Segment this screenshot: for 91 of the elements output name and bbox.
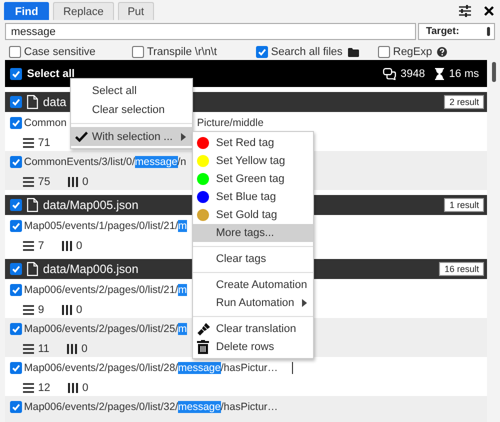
checkbox[interactable] — [10, 362, 22, 374]
menu-item[interactable]: Clear tags — [193, 250, 313, 268]
hourglass-icon — [435, 68, 444, 80]
checkbox[interactable] — [10, 263, 22, 275]
checkbox[interactable] — [9, 46, 21, 58]
select-all-label: Select all — [27, 68, 75, 80]
close-icon — [484, 6, 494, 16]
menu-item[interactable]: Create Automation — [193, 276, 313, 294]
checkbox[interactable] — [10, 323, 22, 335]
submenu-arrow-icon — [181, 132, 186, 140]
checkbox[interactable] — [10, 284, 22, 296]
file-name: data — [43, 95, 66, 109]
line-count: 9 — [38, 304, 44, 316]
result-count-badge: 1 result — [444, 198, 484, 212]
checkbox[interactable] — [10, 220, 22, 232]
menu-item[interactable]: Run Automation — [193, 294, 313, 312]
menu-item[interactable]: Clear selection — [71, 100, 192, 119]
checkmark-icon — [75, 131, 88, 142]
lines-icon — [23, 177, 34, 187]
menu-item[interactable]: Set Blue tag — [193, 188, 313, 206]
menu-item[interactable]: Set Yellow tag — [193, 152, 313, 170]
column-count: 0 — [81, 343, 88, 355]
file-icon — [27, 198, 38, 212]
menu-item[interactable]: With selection ... — [71, 127, 192, 146]
lines-icon — [23, 383, 34, 393]
target-field[interactable]: Target: — [418, 23, 495, 40]
file-icon — [27, 95, 38, 109]
line-count: 11 — [38, 343, 50, 355]
checkbox[interactable] — [10, 199, 22, 211]
column-count: 0 — [76, 240, 82, 252]
submenu-arrow-icon — [302, 299, 307, 307]
column-count: 0 — [82, 176, 88, 188]
option-label: Transpile \r\n\t — [147, 46, 217, 58]
option-label: Search all files — [271, 46, 343, 58]
option-label: RegExp — [393, 46, 432, 58]
line-count: 12 — [38, 382, 50, 394]
line-count: 75 — [38, 176, 50, 188]
checkbox[interactable] — [256, 46, 268, 58]
line-count: 71 — [38, 137, 50, 149]
tab[interactable]: Find — [4, 2, 50, 20]
help-icon — [437, 47, 448, 57]
settings-button[interactable] — [458, 2, 472, 20]
result-count-badge: 2 result — [444, 95, 484, 109]
lines-icon — [23, 344, 34, 354]
comments-icon — [382, 68, 396, 80]
column-count: 0 — [82, 382, 88, 394]
result-path[interactable]: Picture/middle — [197, 117, 264, 129]
checkbox[interactable] — [10, 96, 22, 108]
menu-item[interactable]: Select all — [71, 81, 192, 100]
columns-icon — [68, 177, 78, 187]
columns-icon — [67, 344, 78, 354]
scrollbar-thumb — [487, 27, 490, 36]
result-count-badge: 16 result — [439, 262, 484, 276]
file-name: data/Map006.json — [43, 262, 138, 276]
checkbox[interactable] — [10, 117, 22, 129]
option-label: Case sensitive — [24, 46, 96, 58]
file-name: data/Map005.json — [43, 198, 138, 212]
menu-item[interactable]: Set Gold tag — [193, 206, 313, 224]
result-path[interactable]: Map006/events/2/pages/0/list/25/m — [24, 323, 187, 335]
menu-item[interactable]: Clear translation — [193, 320, 313, 338]
sliders-icon — [458, 5, 472, 17]
result-count: 3948 — [400, 68, 426, 80]
checkbox[interactable] — [132, 46, 144, 58]
search-field[interactable]: message — [5, 23, 416, 40]
result-path[interactable]: Common — [24, 117, 67, 129]
lines-icon — [23, 138, 34, 148]
elapsed-time: 16 ms — [449, 68, 479, 80]
checkbox[interactable] — [10, 156, 22, 168]
tab[interactable]: Put — [118, 2, 154, 20]
menu-item[interactable]: Set Red tag — [193, 134, 313, 152]
line-count: 7 — [38, 240, 44, 252]
folder-icon — [348, 48, 359, 56]
column-count: 0 — [76, 304, 82, 316]
file-icon — [27, 262, 38, 276]
checkbox[interactable] — [378, 46, 390, 58]
columns-icon — [68, 383, 78, 393]
checkbox[interactable] — [10, 401, 22, 413]
columns-icon — [62, 305, 72, 315]
result-path[interactable]: Map005/events/1/pages/0/list/21/m — [24, 220, 187, 232]
trash-icon — [197, 340, 209, 354]
menu-item[interactable]: Set Green tag — [193, 170, 313, 188]
scrollbar-thumb[interactable] — [492, 62, 496, 82]
lines-icon — [23, 241, 34, 251]
result-path[interactable]: Map006/events/2/pages/0/list/21/m — [24, 284, 187, 296]
menu-item[interactable]: Delete rows — [193, 338, 313, 356]
checkbox[interactable] — [10, 68, 22, 80]
brush-icon — [197, 322, 211, 336]
columns-icon — [62, 241, 72, 251]
lines-icon — [23, 305, 34, 315]
menu-item[interactable]: More tags... — [193, 224, 313, 242]
tab[interactable]: Replace — [53, 2, 114, 20]
